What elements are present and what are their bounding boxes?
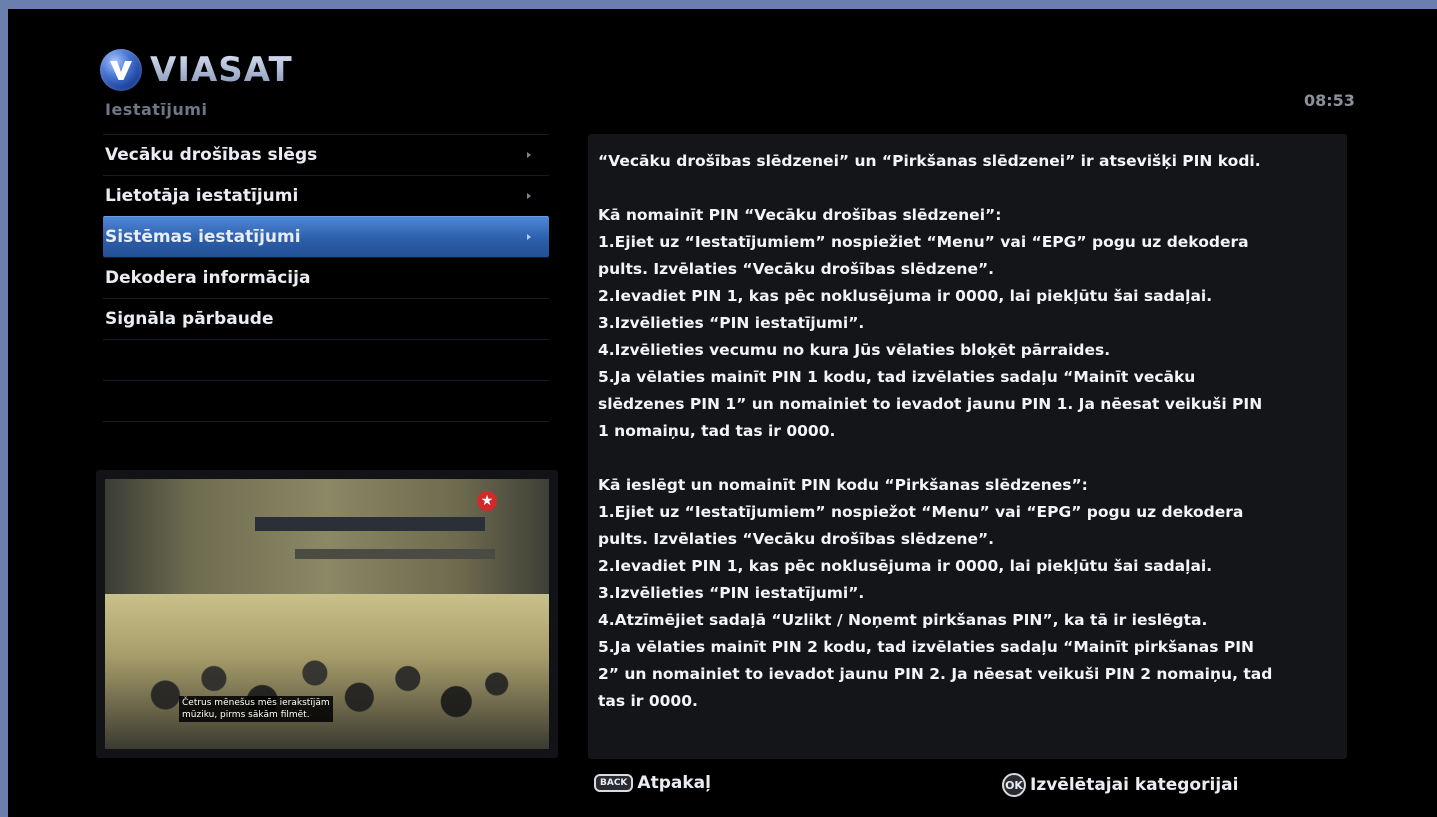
viasat-logo: VIASAT <box>100 49 293 91</box>
ok-key-icon: OK <box>1002 773 1026 797</box>
back-key-icon: BACK <box>594 774 634 792</box>
chevron-right-icon <box>527 152 531 158</box>
subtitle-line: Četrus mēnešus mēs ierakstījām <box>182 698 330 708</box>
video-subtitle: Četrus mēnešus mēs ierakstījām mūziku, p… <box>179 696 333 722</box>
menu-item-decoder-info[interactable]: Dekodera informācija <box>103 257 549 298</box>
tv-screen: VIASAT Iestatījumi 08:53 Vecāku drošības… <box>8 9 1437 817</box>
settings-menu: Vecāku drošības slēgs Lietotāja iestatīj… <box>103 134 549 462</box>
channel-star-icon: ★ <box>477 491 497 511</box>
chevron-right-icon <box>527 234 531 240</box>
menu-empty-row <box>103 380 549 421</box>
info-intro: “Vecāku drošības slēdzenei” un “Pirkšana… <box>598 152 1261 170</box>
menu-item-system-settings[interactable]: Sistēmas iestatījumi <box>103 216 549 257</box>
viasat-v-icon <box>100 49 142 91</box>
ok-hint[interactable]: OK Izvēlētajai kategorijai <box>1002 773 1238 797</box>
menu-item-user-settings[interactable]: Lietotāja iestatījumi <box>103 175 549 216</box>
menu-item-label: Signāla pārbaude <box>105 309 274 329</box>
studio-panel <box>255 517 485 531</box>
menu-item-label: Lietotāja iestatījumi <box>105 186 299 206</box>
menu-item-signal-check[interactable]: Signāla pārbaude <box>103 298 549 339</box>
back-hint[interactable]: BACK Atpakaļ <box>594 773 711 793</box>
orchestra-musicians <box>125 629 529 739</box>
studio-panel <box>295 549 495 559</box>
clock: 08:53 <box>1304 91 1355 110</box>
info-purchase-instructions: Kā ieslēgt un nomainīt PIN kodu “Pirkšan… <box>598 476 1273 710</box>
chevron-right-icon <box>527 193 531 199</box>
page-title: Iestatījumi <box>105 100 208 119</box>
menu-item-label: Sistēmas iestatījumi <box>105 227 301 247</box>
menu-empty-row <box>103 421 549 462</box>
brand-name: VIASAT <box>150 50 293 90</box>
menu-empty-row <box>103 339 549 380</box>
video-frame: ★ Četrus mēnešus mēs ierakstījām mūziku,… <box>105 479 549 749</box>
menu-item-label: Dekodera informācija <box>105 268 311 288</box>
subtitle-line: mūziku, pirms sākām filmēt. <box>182 710 310 720</box>
menu-item-parental-lock[interactable]: Vecāku drošības slēgs <box>103 134 549 175</box>
live-tv-preview: ★ Četrus mēnešus mēs ierakstījām mūziku,… <box>96 470 558 758</box>
back-label: Atpakaļ <box>637 773 711 793</box>
ok-label: Izvēlētajai kategorijai <box>1030 775 1239 795</box>
info-parental-instructions: Kā nomainīt PIN “Vecāku drošības slēdzen… <box>598 206 1263 440</box>
menu-item-label: Vecāku drošības slēgs <box>105 145 318 165</box>
info-panel: “Vecāku drošības slēdzenei” un “Pirkšana… <box>588 134 1347 759</box>
